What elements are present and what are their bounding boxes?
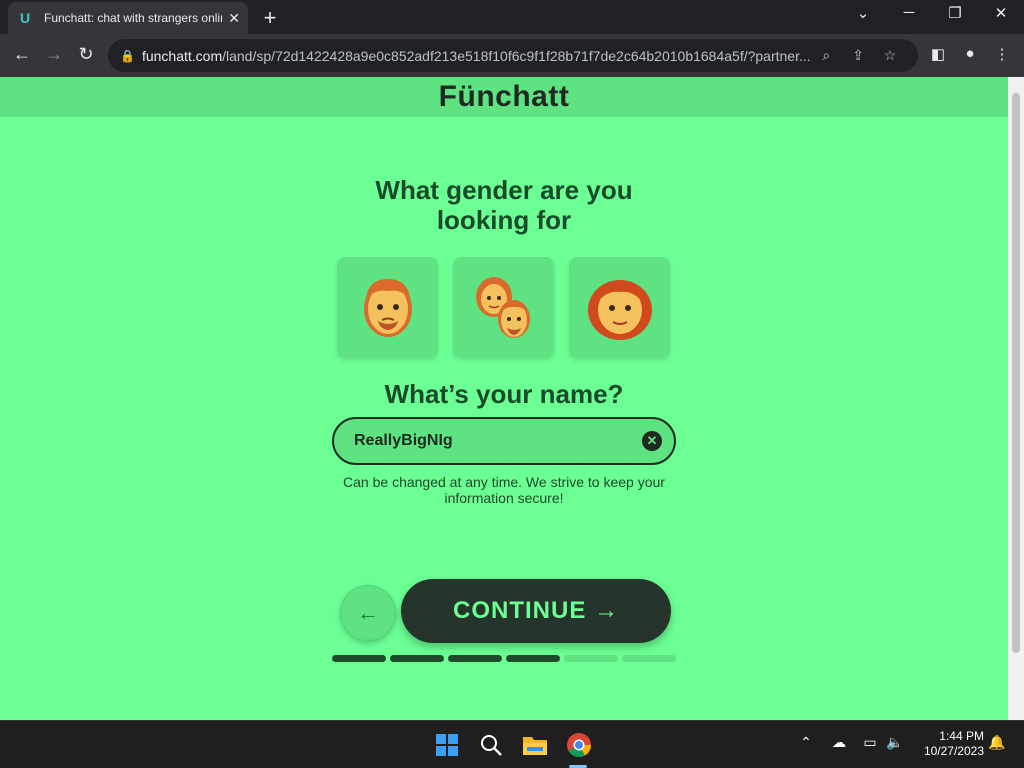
progress-step-complete [332,655,386,662]
restore-button[interactable]: ❐ [940,4,970,22]
address-bar[interactable]: 🔒 funchatt.com/land/sp/72d1422428a9e0c85… [108,39,918,72]
tray-chevron-icon[interactable]: ⌃ [795,734,817,751]
minimize-button[interactable]: ─ [894,4,924,21]
name-input[interactable] [354,432,642,450]
notification-bell-icon[interactable]: 🔔 [986,734,1008,751]
search-icon[interactable] [477,731,505,759]
reload-icon[interactable]: ↻ [74,44,98,65]
close-window-button[interactable]: ✕ [986,4,1016,22]
tab-close-icon[interactable]: ✕ [228,10,240,27]
network-icon[interactable]: ▭ [859,734,881,751]
funchatt-logo[interactable]: Fünchatt [439,80,570,114]
browser-tab-strip: U Funchatt: chat with strangers online ✕… [0,0,1024,34]
progress-step-complete [506,655,560,662]
continue-button[interactable]: CONTINUE → [401,579,671,643]
browser-tab-active[interactable]: U Funchatt: chat with strangers online ✕ [8,2,248,34]
name-hint: Can be changed at any time. We strive to… [343,474,665,506]
taskbar-clock[interactable]: 1:44 PM 10/27/2023 [912,729,984,759]
progress-bar [332,655,676,662]
windows-taskbar: ⌃ ☁ ▭ 🔈 1:44 PM 10/27/2023 🔔 [0,720,1024,768]
lock-icon: 🔒 [120,48,135,63]
file-explorer-icon[interactable] [521,731,549,759]
couple-emoji-icon [475,277,530,338]
menu-kebab-icon[interactable]: ⋮ [990,45,1014,63]
funchatt-page: Fünchatt What gender are you looking for [0,77,1008,720]
progress-step-complete [448,655,502,662]
onedrive-icon[interactable]: ☁ [828,734,850,751]
scrollbar-thumb[interactable] [1012,93,1020,653]
forward-nav-icon[interactable]: → [42,44,66,65]
gender-option-both[interactable] [453,257,554,357]
clock-date: 10/27/2023 [923,744,984,758]
funchatt-favicon-icon: U [20,10,31,26]
clock-time: 1:44 PM [939,729,984,743]
back-button[interactable]: ← [340,585,396,641]
share-icon[interactable]: ⇪ [842,47,874,64]
side-panel-icon[interactable]: ◧ [926,45,950,63]
url-text[interactable]: funchatt.com/land/sp/72d1422428a9e0c852a… [142,48,810,64]
man-emoji-icon [363,279,412,337]
profile-icon[interactable]: ● [958,45,982,62]
bookmark-star-icon[interactable]: ☆ [874,47,906,64]
zoom-icon[interactable]: ⌕ [810,47,842,64]
progress-step-incomplete [564,655,618,662]
clear-name-button[interactable]: ✕ [642,431,662,451]
back-nav-icon[interactable]: ← [10,44,34,65]
tab-title: Funchatt: chat with strangers online [44,11,222,25]
new-tab-button[interactable]: + [258,5,282,31]
progress-step-complete [390,655,444,662]
gender-question: What gender are you looking for [375,175,633,235]
site-header: Fünchatt [0,77,1008,117]
woman-emoji-icon [587,280,652,340]
gender-options [337,257,670,357]
volume-icon[interactable]: 🔈 [884,734,906,751]
chrome-icon[interactable] [565,731,593,759]
progress-step-incomplete [622,655,676,662]
browser-toolbar: ← → ↻ 🔒 funchatt.com/land/sp/72d1422428a… [0,34,1024,77]
windows-start-icon[interactable] [433,731,461,759]
name-question: What’s your name? [384,379,624,409]
gender-option-man[interactable] [337,257,438,357]
tab-search-icon[interactable]: ⌄ [848,4,878,22]
page-scrollbar[interactable] [1008,77,1024,720]
name-input-wrapper: ✕ [332,417,676,465]
gender-option-woman[interactable] [569,257,670,357]
